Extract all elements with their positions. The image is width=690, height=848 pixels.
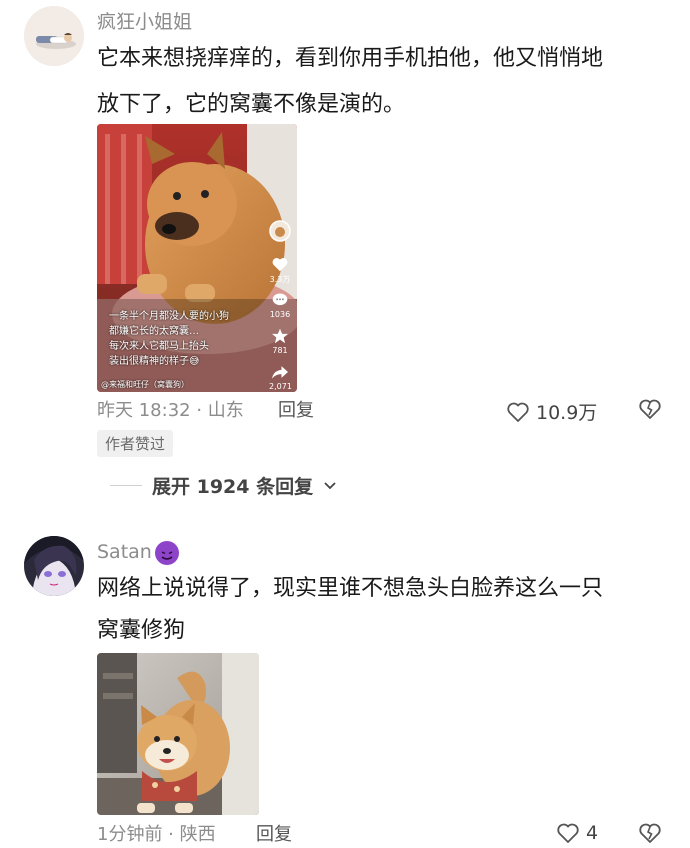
video-caption-line: 一条半个月都没人要的小狗	[109, 311, 229, 322]
author-liked-badge: 作者赞过	[97, 430, 174, 457]
comment-1: 疯狂小姐姐 它本来想挠痒痒的，看到你用手机拍他，他又悄悄地 放下了，它的窝囊不像…	[0, 0, 690, 510]
smiling-devil-icon	[154, 540, 179, 565]
comment-location: 山东	[207, 400, 244, 421]
comment-text: 网络上说说得了，现实里谁不想急头白脸养这么一只 窝囊修狗	[97, 570, 657, 650]
username[interactable]: Satan	[97, 540, 179, 565]
video-comment-icon[interactable]: 1036	[269, 292, 291, 319]
video-favorite-count: 781	[272, 346, 288, 355]
shiba-photo	[97, 653, 259, 815]
username[interactable]: 疯狂小姐姐	[97, 10, 192, 34]
video-thumbnail[interactable]: 一条半个月都没人要的小狗 都嫌它长的太窝囊… 每次来人它都马上抬头 装出很精神的…	[97, 124, 297, 392]
comment-location: 陕西	[179, 824, 216, 845]
avatar-image	[24, 536, 84, 596]
video-like-icon[interactable]: 3.3万	[269, 256, 291, 285]
comment-2: Satan 网络上说说得了，现实里谁不想急头白脸养这么一只 窝囊修狗 1分钟前 …	[0, 520, 690, 845]
comment-text: 它本来想挠痒痒的，看到你用手机拍他，他又悄悄地 放下了，它的窝囊不像是演的。	[97, 40, 657, 124]
heart-outline-icon	[507, 402, 529, 422]
comment-time: 1分钟前	[97, 824, 163, 845]
image-thumbnail[interactable]	[97, 653, 259, 815]
heart-outline-icon	[557, 823, 579, 843]
avatar[interactable]	[24, 6, 84, 66]
reply-button[interactable]: 回复	[256, 823, 292, 847]
video-share-count: 2,071	[269, 382, 292, 391]
video-caption-line: 每次来人它都马上抬头	[109, 341, 209, 352]
expand-replies-button[interactable]: 展开 1924 条回复	[110, 472, 337, 499]
expand-replies-label: 展开 1924 条回复	[152, 476, 314, 498]
meta-separator: ·	[162, 824, 180, 845]
comment-time: 昨天 18:32	[97, 400, 191, 421]
video-share-icon[interactable]: 2,071	[269, 364, 292, 391]
comment-text-line: 它本来想挠痒痒的，看到你用手机拍他，他又悄悄地	[97, 46, 604, 71]
like-count: 4	[586, 822, 599, 844]
broken-heart-icon	[639, 399, 661, 419]
comment-text-line: 窝囊修狗	[97, 618, 186, 643]
video-avatar-icon[interactable]	[269, 220, 291, 244]
username-text: Satan	[97, 541, 152, 563]
dislike-button[interactable]	[638, 822, 662, 848]
avatar-image	[24, 6, 84, 66]
video-author: @来福和旺仔（窝囊狗）	[101, 380, 189, 389]
chevron-down-icon	[324, 481, 336, 489]
comment-text-line: 网络上说说得了，现实里谁不想急头白脸养这么一只	[97, 576, 604, 601]
comment-meta: 昨天 18:32 · 山东	[97, 399, 244, 423]
broken-heart-icon	[639, 823, 661, 843]
divider	[110, 485, 142, 486]
video-caption-line: 都嫌它长的太窝囊…	[109, 326, 199, 337]
meta-separator: ·	[190, 400, 208, 421]
video-caption-line: 装出很精神的样子😅	[109, 356, 200, 367]
dislike-button[interactable]	[638, 398, 662, 424]
like-button[interactable]: 10.9万	[506, 398, 597, 425]
video-caption: 一条半个月都没人要的小狗 都嫌它长的太窝囊… 每次来人它都马上抬头 装出很精神的…	[109, 310, 229, 368]
reply-button[interactable]: 回复	[278, 399, 314, 423]
comment-text-line: 放下了，它的窝囊不像是演的。	[97, 92, 406, 117]
like-button[interactable]: 4	[556, 822, 598, 844]
avatar[interactable]	[24, 536, 84, 596]
video-favorite-icon[interactable]: 781	[269, 328, 291, 355]
video-comment-count: 1036	[269, 310, 291, 319]
like-count: 10.9万	[536, 402, 598, 424]
comment-meta: 1分钟前 · 陕西	[97, 823, 216, 847]
video-like-count: 3.3万	[269, 275, 291, 284]
